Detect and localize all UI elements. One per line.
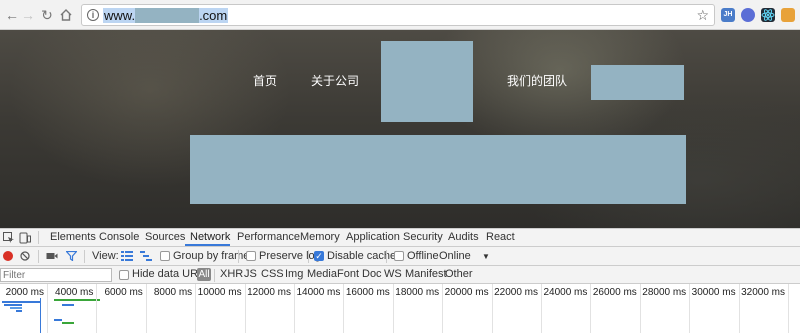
- back-arrow-icon[interactable]: ←: [4, 7, 20, 23]
- filter-icon[interactable]: [65, 250, 78, 262]
- group-by-frame-checkbox[interactable]: [160, 251, 170, 261]
- url-prefix: www.: [104, 8, 136, 23]
- nav-team-link[interactable]: 我们的团队: [507, 74, 567, 88]
- waterfall-bar: [54, 319, 62, 321]
- throttling-select[interactable]: Online: [439, 250, 471, 263]
- react-devtools-icon[interactable]: [761, 8, 775, 22]
- mail-extension-icon[interactable]: [781, 8, 795, 22]
- redacted-nav-item: [591, 65, 684, 100]
- reload-icon[interactable]: ↻: [39, 7, 55, 23]
- type-filter-doc[interactable]: Doc: [362, 268, 382, 281]
- divider: [214, 269, 215, 282]
- jh-extension-icon[interactable]: JH: [721, 8, 735, 22]
- inspect-element-icon[interactable]: [3, 232, 15, 244]
- type-filter-media[interactable]: Media: [307, 268, 337, 281]
- url-suffix: .com: [199, 8, 228, 23]
- waterfall-bar: [4, 304, 22, 306]
- type-filter-ws[interactable]: WS: [384, 268, 402, 281]
- divider: [38, 231, 39, 244]
- waterfall-bar: [54, 299, 100, 301]
- tab-audits[interactable]: Audits: [448, 231, 479, 244]
- divider: [308, 250, 309, 263]
- active-tab-indicator: [185, 244, 230, 246]
- tab-performance[interactable]: Performance: [237, 231, 300, 244]
- bookmark-star-icon[interactable]: ☆: [696, 7, 709, 24]
- url-text[interactable]: www. .com: [103, 8, 229, 23]
- disable-cache-checkbox[interactable]: ✓: [314, 251, 324, 261]
- chevron-down-icon[interactable]: ▼: [482, 250, 490, 263]
- divider: [84, 250, 85, 263]
- view-label: View:: [92, 250, 119, 262]
- network-overview-timeline[interactable]: 2000 ms 4000 ms 6000 ms 8000 ms 10000 ms 1200…: [0, 284, 800, 333]
- hide-data-urls-checkbox[interactable]: [119, 270, 129, 280]
- browser-toolbar: ← → ↻ i www. .com ☆ JH: [0, 0, 800, 30]
- type-filter-img[interactable]: Img: [285, 268, 303, 281]
- tab-console[interactable]: Console: [99, 231, 139, 244]
- divider: [38, 250, 39, 263]
- tab-memory[interactable]: Memory: [300, 231, 340, 244]
- tab-application[interactable]: Application: [346, 231, 400, 244]
- preserve-log-label: Preserve log: [259, 250, 321, 262]
- nav-home-link[interactable]: 首页: [253, 74, 277, 88]
- tab-network[interactable]: Network: [190, 231, 230, 244]
- translate-extension-icon[interactable]: [741, 8, 755, 22]
- waterfall-bar: [62, 304, 74, 306]
- timeline-tick-label: 3: [778, 287, 800, 299]
- page-hero: 首页 关于公司 我们的团队: [0, 30, 800, 228]
- timeline-tick-label: 32000 ms: [741, 287, 785, 298]
- tab-elements[interactable]: Elements: [50, 231, 96, 244]
- url-redaction: [135, 8, 200, 23]
- type-filter-css[interactable]: CSS: [261, 268, 284, 281]
- preserve-log-checkbox[interactable]: [246, 251, 256, 261]
- record-icon[interactable]: [3, 251, 13, 261]
- device-toolbar-icon[interactable]: [19, 232, 31, 244]
- offline-checkbox[interactable]: [394, 251, 404, 261]
- large-rows-icon[interactable]: [121, 251, 133, 261]
- divider: [386, 250, 387, 263]
- divider: [238, 250, 239, 263]
- forward-arrow-icon[interactable]: →: [20, 7, 36, 23]
- type-filter-other[interactable]: Other: [445, 268, 473, 281]
- address-bar[interactable]: i www. .com ☆: [81, 4, 715, 26]
- tab-react[interactable]: React: [486, 231, 515, 244]
- waterfall-overview-icon[interactable]: [140, 251, 152, 261]
- dom-content-loaded-line: [40, 298, 41, 333]
- redacted-logo: [381, 41, 473, 122]
- type-filter-all[interactable]: All: [197, 268, 211, 281]
- type-filter-js[interactable]: JS: [244, 268, 257, 281]
- capture-screenshots-icon[interactable]: [46, 251, 58, 261]
- tab-security[interactable]: Security: [403, 231, 443, 244]
- waterfall-bar: [62, 322, 74, 324]
- type-filter-xhr[interactable]: XHR: [220, 268, 243, 281]
- redacted-hero-banner: [190, 135, 686, 204]
- waterfall-bar: [10, 307, 22, 309]
- waterfall-bar: [16, 310, 22, 312]
- type-filter-manifest[interactable]: Manifest: [405, 268, 447, 281]
- offline-label: Offline: [407, 250, 439, 262]
- waterfall-bar: [2, 301, 40, 303]
- clear-icon[interactable]: [20, 251, 30, 261]
- type-filter-font[interactable]: Font: [337, 268, 359, 281]
- home-icon[interactable]: [58, 7, 74, 23]
- filter-input[interactable]: [0, 268, 112, 282]
- info-icon[interactable]: i: [87, 9, 99, 21]
- nav-about-link[interactable]: 关于公司: [311, 74, 359, 88]
- tab-sources[interactable]: Sources: [145, 231, 185, 244]
